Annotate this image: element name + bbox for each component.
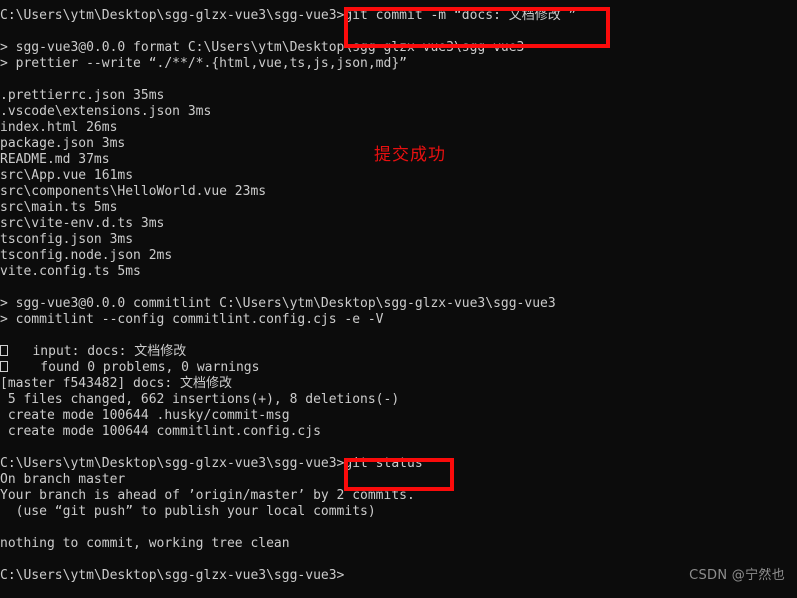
- terminal-line: 5 files changed, 662 insertions(+), 8 de…: [0, 392, 400, 407]
- terminal-line: > commitlint --config commitlint.config.…: [0, 312, 384, 327]
- terminal-line-text: found 0 problems, 0 warnings: [9, 360, 260, 375]
- terminal-line: Your branch is ahead of ’origin/master’ …: [0, 488, 415, 503]
- terminal-line: src\App.vue 161ms: [0, 168, 134, 183]
- terminal-line: (use “git push” to publish your local co…: [0, 504, 376, 519]
- terminal-line: .prettierrc.json 35ms: [0, 88, 165, 103]
- terminal-line: > prettier --write “./**/*.{html,vue,ts,…: [0, 56, 407, 71]
- terminal-line: create mode 100644 .husky/commit-msg: [0, 408, 290, 423]
- terminal-line: C:\Users\ytm\Desktop\sgg-glzx-vue3\sgg-v…: [0, 456, 423, 471]
- terminal-line: > sgg-vue3@0.0.0 format C:\Users\ytm\Des…: [0, 40, 525, 55]
- terminal-line: tsconfig.json 3ms: [0, 232, 134, 247]
- terminal-line: C:\Users\ytm\Desktop\sgg-glzx-vue3\sgg-v…: [0, 568, 345, 583]
- missing-glyph-icon: [0, 345, 8, 356]
- terminal-window[interactable]: C:\Users\ytm\Desktop\sgg-glzx-vue3\sgg-v…: [0, 0, 797, 598]
- terminal-line: [master f543482] docs: 文档修改: [0, 376, 233, 391]
- terminal-line: src\main.ts 5ms: [0, 200, 118, 215]
- terminal-line: index.html 26ms: [0, 120, 118, 135]
- terminal-line: found 0 problems, 0 warnings: [0, 360, 797, 376]
- terminal-output: C:\Users\ytm\Desktop\sgg-glzx-vue3\sgg-v…: [0, 8, 797, 584]
- terminal-line: > sgg-vue3@0.0.0 commitlint C:\Users\ytm…: [0, 296, 556, 311]
- terminal-line: On branch master: [0, 472, 126, 487]
- terminal-line: tsconfig.node.json 2ms: [0, 248, 173, 263]
- terminal-line: src\components\HelloWorld.vue 23ms: [0, 184, 267, 199]
- csdn-watermark: CSDN @宁然也: [689, 568, 785, 583]
- terminal-line-text: input: docs: 文档修改: [9, 344, 187, 359]
- missing-glyph-icon: [0, 361, 8, 372]
- terminal-line: vite.config.ts 5ms: [0, 264, 141, 279]
- terminal-line: nothing to commit, working tree clean: [0, 536, 290, 551]
- annotation-commit-success: 提交成功: [374, 145, 446, 165]
- terminal-line: src\vite-env.d.ts 3ms: [0, 216, 165, 231]
- terminal-line: input: docs: 文档修改: [0, 344, 797, 360]
- terminal-line: create mode 100644 commitlint.config.cjs: [0, 424, 321, 439]
- terminal-line: .vscode\extensions.json 3ms: [0, 104, 212, 119]
- terminal-line: C:\Users\ytm\Desktop\sgg-glzx-vue3\sgg-v…: [0, 8, 577, 23]
